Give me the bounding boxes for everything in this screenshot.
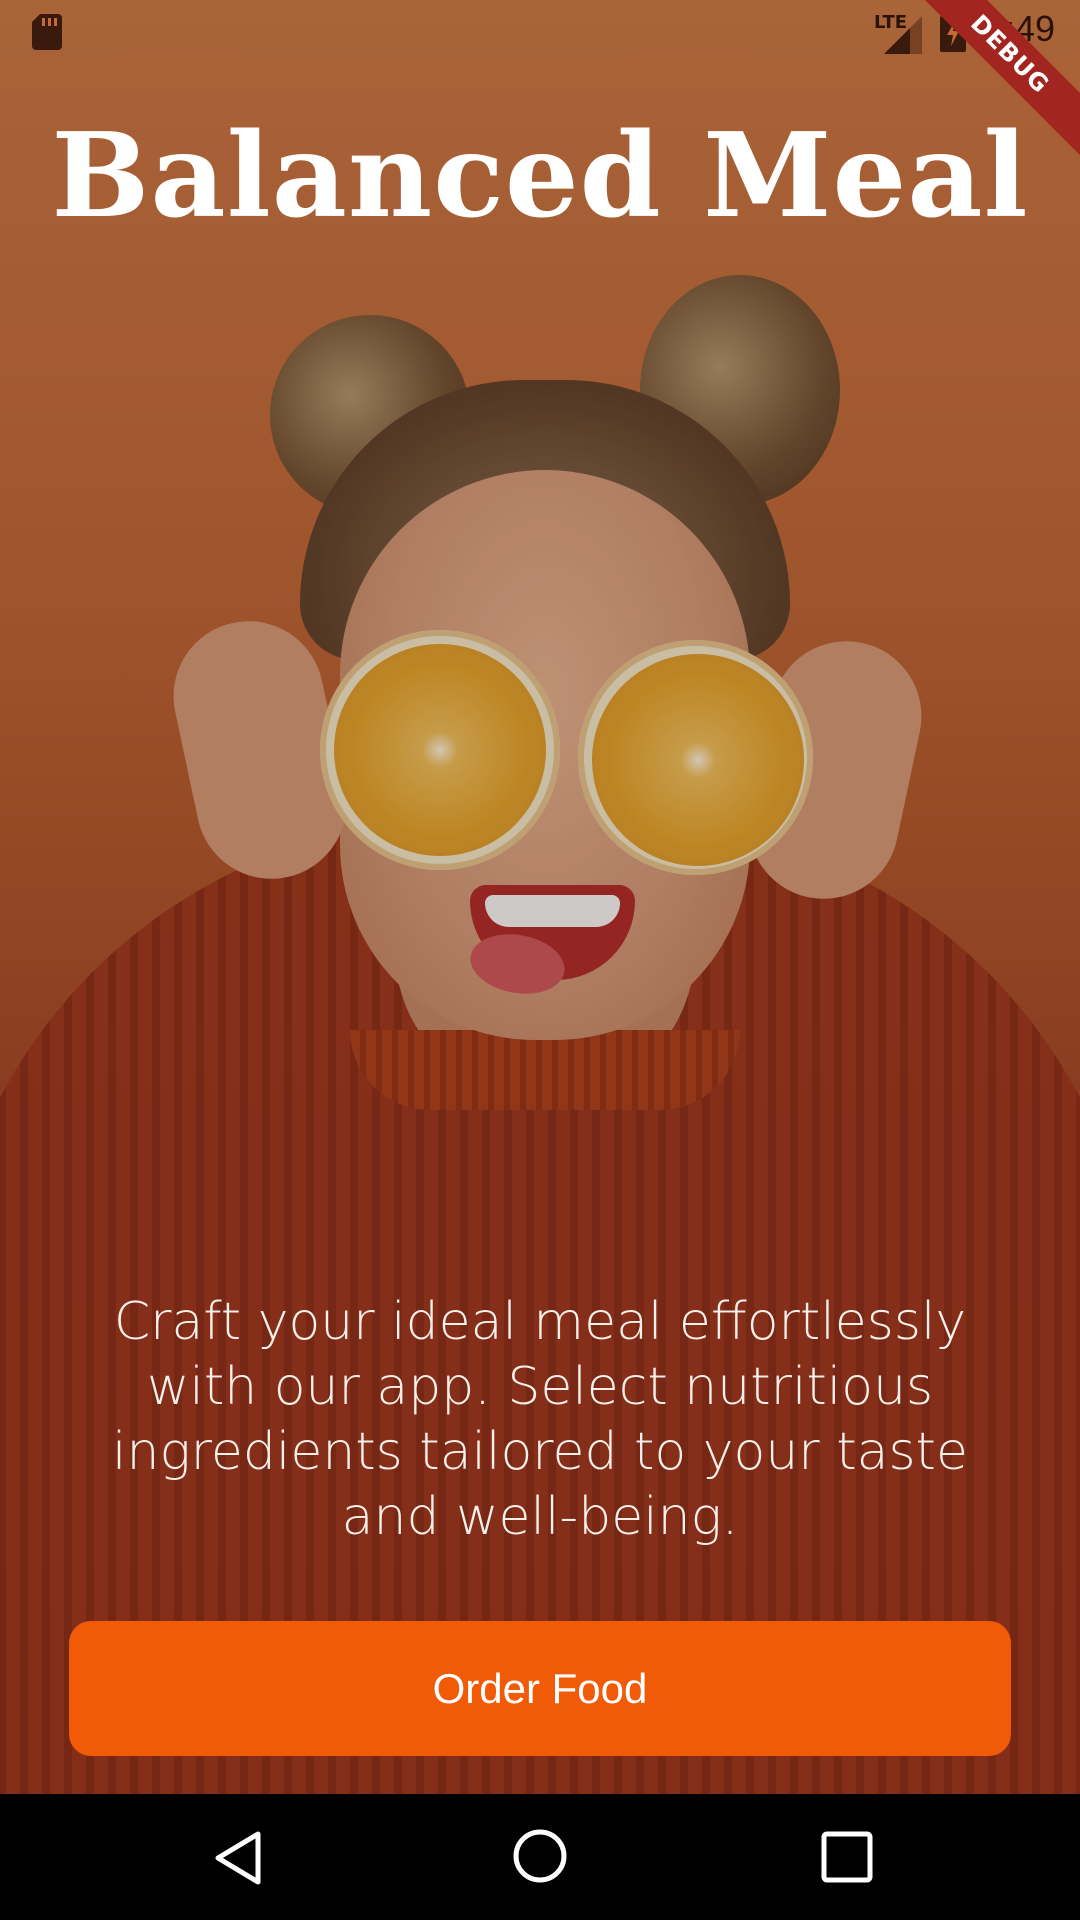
status-bar: LTE 5:49 DEBUG [0,0,1080,162]
recents-icon[interactable] [820,1830,874,1884]
home-icon[interactable] [512,1828,568,1884]
system-nav-bar [0,1794,1080,1920]
sd-card-icon [32,14,62,50]
order-food-button[interactable]: Order Food [69,1621,1011,1756]
splash-screen: LTE 5:49 DEBUG Balanced Meal Craft your … [0,0,1080,1794]
signal-icon [884,16,922,54]
app-tagline: Craft your ideal meal effortlessly with … [112,1292,968,1547]
back-icon[interactable] [210,1828,270,1888]
app-title: Balanced Meal [51,108,1029,244]
